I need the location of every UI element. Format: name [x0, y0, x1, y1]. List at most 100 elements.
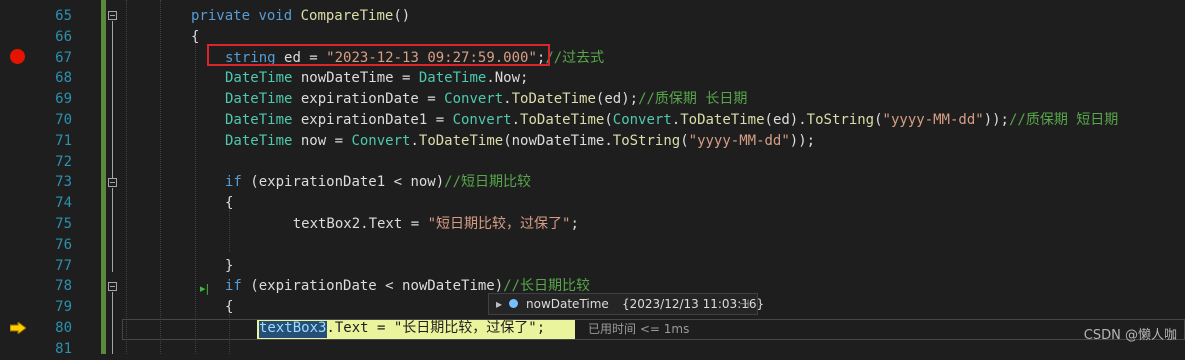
code-line-81[interactable]: 81 [0, 339, 1185, 360]
code-token: Convert [452, 112, 512, 128]
code-text: DateTime now = Convert.ToDateTime(nowDat… [225, 131, 815, 152]
code-text: { [225, 193, 233, 214]
annotation-box [207, 44, 550, 66]
line-number: 75 [55, 216, 72, 232]
line-number: 71 [55, 132, 72, 149]
data-tip[interactable]: ▸ nowDateTime {2023/12/13 11:03:16} ⊣ [488, 293, 764, 315]
code-token: //质保期 长日期 [638, 91, 748, 108]
code-line-75[interactable]: 75 textBox2.Text = "短日期比较，过保了"; [0, 214, 1185, 235]
code-token: .Text = [326, 320, 394, 336]
code-token: ToString [612, 132, 681, 149]
code-token: now = [300, 132, 352, 149]
code-line-67[interactable]: 67 string ed = "2023-12-13 09:27:59.000";… [0, 48, 1185, 69]
code-token: expirationDate = [300, 91, 445, 108]
code-line-65[interactable]: 65 private void CompareTime() [0, 6, 1185, 27]
code-token: ( [604, 112, 613, 128]
code-token: nowDateTime = [300, 70, 419, 87]
code-token: . [511, 112, 521, 128]
code-token: . [503, 91, 512, 108]
code-token: { [191, 28, 200, 45]
watermark: CSDN @懒人咖 [1083, 328, 1177, 343]
code-line-70[interactable]: 70 DateTime expirationDate1 = Convert.ToD… [0, 110, 1185, 131]
code-token: //短日期比较 [444, 174, 532, 191]
code-token: //过去式 [545, 49, 605, 66]
code-text: { [191, 27, 199, 48]
code-token: { [225, 299, 234, 316]
variable-icon [509, 299, 518, 308]
code-token: DateTime [225, 112, 301, 128]
code-token: DateTime [418, 70, 487, 87]
code-token: textBox3 [259, 320, 327, 336]
code-text: textBox3.Text = "长日期比较，过保了"; [259, 318, 545, 339]
code-token: //质保期 短日期 [1009, 112, 1119, 128]
code-token: if [225, 174, 251, 191]
code-token: . [410, 132, 419, 149]
code-text: textBox2.Text = "短日期比较，过保了"; [259, 214, 579, 235]
code-line-76[interactable]: 76 [0, 235, 1185, 256]
code-text: if (expirationDate1 < now)//短日期比较 [225, 172, 531, 193]
code-token: Convert [444, 91, 504, 108]
code-token: DateTime [225, 70, 301, 87]
code-text: DateTime expirationDate1 = Convert.ToDat… [225, 110, 1118, 131]
code-line-73[interactable]: 73 if (expirationDate1 < now)//短日期比较 [0, 172, 1185, 193]
run-to-click-icon[interactable]: ▸| [200, 282, 209, 295]
code-token: { [225, 195, 234, 212]
code-line-77[interactable]: 77} [0, 256, 1185, 277]
code-token: CompareTime [300, 8, 394, 24]
code-text: } [225, 256, 233, 277]
line-number: 70 [55, 112, 72, 128]
expand-icon[interactable]: ▸ [496, 297, 502, 311]
pin-icon[interactable]: ⊣ [739, 297, 749, 311]
line-number: 76 [55, 236, 72, 253]
line-number: 77 [55, 257, 72, 274]
line-number: 69 [55, 91, 72, 108]
line-number: 81 [55, 340, 72, 357]
code-token: )); [983, 112, 1009, 128]
code-token: private [191, 8, 259, 24]
code-token: DateTime [225, 91, 301, 108]
code-token: (expirationDate1 < now) [250, 174, 445, 191]
code-line-74[interactable]: 74 { [0, 193, 1185, 214]
code-token: ; [570, 216, 579, 232]
code-token: "短日期比较，过保了" [427, 216, 571, 232]
code-token: ToDateTime [418, 132, 504, 149]
line-number: 78 [55, 278, 72, 295]
code-token: (nowDateTime. [503, 132, 613, 149]
code-token: "长日期比较，过保了" [393, 320, 537, 336]
code-token: ToDateTime [520, 112, 605, 128]
code-text: DateTime expirationDate = Convert.ToDate… [225, 89, 747, 110]
code-token: ; [536, 320, 546, 336]
code-token: . [671, 112, 681, 128]
elapsed-time-label: 已用时间 <= 1ms [588, 322, 690, 336]
code-line-66[interactable]: 66 { [0, 27, 1185, 48]
code-line-69[interactable]: 69 DateTime expirationDate = Convert.ToDa… [0, 89, 1185, 110]
code-text: { [225, 297, 233, 318]
code-token: Convert [351, 132, 411, 149]
line-number: 67 [55, 49, 72, 66]
code-line-71[interactable]: 71 DateTime now = Convert.ToDateTime(nowD… [0, 131, 1185, 152]
code-token: Convert [612, 112, 672, 128]
code-token: "yyyy-MM-dd" [882, 112, 984, 128]
code-token: ToDateTime [511, 91, 596, 108]
code-token: "yyyy-MM-dd" [688, 132, 790, 149]
code-token: DateTime [225, 132, 301, 149]
code-token: Now; [494, 70, 529, 87]
line-number: 68 [55, 70, 72, 87]
line-number: 65 [55, 8, 72, 24]
code-line-68[interactable]: 68 DateTime nowDateTime = DateTime.Now; [0, 68, 1185, 89]
line-number: 74 [55, 195, 72, 212]
code-token: ToDateTime [680, 112, 765, 128]
line-number: 66 [55, 28, 72, 45]
code-token: textBox2.Text = [259, 216, 428, 232]
line-number: 73 [55, 174, 72, 191]
datatip-variable-name: nowDateTime [526, 297, 609, 311]
line-number: 72 [55, 153, 72, 170]
code-text: private void CompareTime() [191, 6, 410, 27]
code-token: ToString [806, 112, 875, 128]
code-line-72[interactable]: 72 [0, 152, 1185, 173]
line-number: 80 [55, 320, 72, 336]
line-number: 79 [55, 299, 72, 316]
code-token: (ed). [764, 112, 807, 128]
code-text: DateTime nowDateTime = DateTime.Now; [225, 68, 528, 89]
code-token: if [225, 278, 251, 295]
